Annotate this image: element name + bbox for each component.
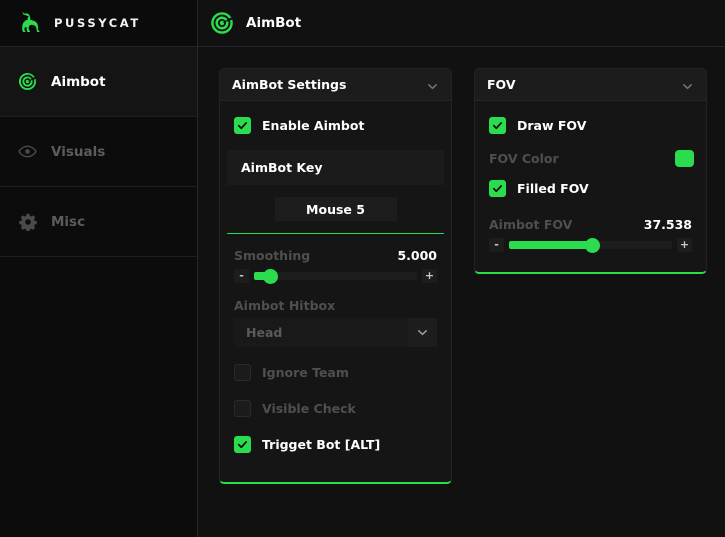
sidebar: PUSSYCAT Aimbot Visuals xyxy=(0,0,198,537)
aimbot-fov-decrement-button[interactable]: - xyxy=(489,238,504,252)
aimbot-hitbox-dropdown[interactable]: Head xyxy=(234,318,437,347)
aimbot-key-label: AimBot Key xyxy=(241,160,323,175)
smoothing-label: Smoothing xyxy=(234,248,310,263)
aimbot-fov-slider[interactable]: - + xyxy=(489,237,692,253)
panel-title: AimBot Settings xyxy=(232,77,346,92)
aimbot-fov-track-fill xyxy=(509,241,592,249)
draw-fov-label: Draw FOV xyxy=(517,118,586,133)
smoothing-track[interactable] xyxy=(254,272,417,280)
eye-icon xyxy=(18,142,37,161)
draw-fov-row[interactable]: Draw FOV xyxy=(475,110,706,140)
check-icon xyxy=(237,439,248,450)
ignore-team-row[interactable]: Ignore Team xyxy=(220,357,451,387)
check-icon xyxy=(492,120,503,131)
filled-fov-label: Filled FOV xyxy=(517,181,589,196)
page-title: AimBot xyxy=(246,15,301,31)
aimbot-radar-icon xyxy=(210,11,234,35)
aimbot-settings-header[interactable]: AimBot Settings xyxy=(220,69,451,101)
aimbot-settings-panel: AimBot Settings Enabl xyxy=(219,68,452,484)
trigger-bot-checkbox[interactable] xyxy=(234,436,251,453)
visible-check-label: Visible Check xyxy=(262,401,356,416)
aimbot-fov-track[interactable] xyxy=(509,241,672,249)
fov-color-label: FOV Color xyxy=(489,151,559,166)
sidebar-item-label: Aimbot xyxy=(51,74,106,90)
panel-title: FOV xyxy=(487,77,516,92)
aimbot-fov-slider-group: Aimbot FOV 37.538 - + xyxy=(475,217,706,253)
aimbot-settings-body: Enable Aimbot AimBot Key Mouse 5 Smoothi… xyxy=(220,101,451,482)
enable-aimbot-checkbox[interactable] xyxy=(234,117,251,134)
topbar: AimBot xyxy=(198,0,725,47)
app-window: PUSSYCAT Aimbot Visuals xyxy=(0,0,725,537)
aimbot-hitbox-value: Head xyxy=(234,325,408,340)
draw-fov-checkbox[interactable] xyxy=(489,117,506,134)
fov-body: Draw FOV FOV Color Filled FOV xyxy=(475,101,706,272)
check-icon xyxy=(492,183,503,194)
smoothing-header: Smoothing 5.000 xyxy=(234,248,437,263)
chevron-down-icon[interactable] xyxy=(408,318,437,347)
aimbot-fov-knob[interactable] xyxy=(585,238,600,253)
aimbot-fov-label: Aimbot FOV xyxy=(489,217,572,232)
aimbot-key-field[interactable]: AimBot Key xyxy=(227,150,444,185)
fov-color-swatch[interactable] xyxy=(675,150,694,167)
panel-container: AimBot Settings Enabl xyxy=(198,47,725,68)
check-icon xyxy=(237,120,248,131)
filled-fov-checkbox[interactable] xyxy=(489,180,506,197)
fov-panel: FOV Draw FOV xyxy=(474,68,707,274)
enable-aimbot-row[interactable]: Enable Aimbot xyxy=(220,110,451,140)
gear-icon xyxy=(18,212,37,231)
cat-icon xyxy=(18,12,42,34)
sidebar-item-visuals[interactable]: Visuals xyxy=(0,117,197,187)
smoothing-slider[interactable]: - + xyxy=(234,268,437,284)
brand-header: PUSSYCAT xyxy=(0,0,197,47)
chevron-down-icon[interactable] xyxy=(681,78,694,91)
enable-aimbot-label: Enable Aimbot xyxy=(262,118,364,133)
smoothing-decrement-button[interactable]: - xyxy=(234,269,249,283)
aimbot-fov-header: Aimbot FOV 37.538 xyxy=(489,217,692,232)
content-area: AimBot AimBot Settings xyxy=(198,0,725,537)
aimbot-key-button-wrap: Mouse 5 xyxy=(220,197,451,221)
fov-color-row: FOV Color xyxy=(475,143,706,173)
smoothing-knob[interactable] xyxy=(263,269,278,284)
sidebar-item-misc[interactable]: Misc xyxy=(0,187,197,257)
sidebar-item-label: Visuals xyxy=(51,144,105,160)
chevron-down-icon[interactable] xyxy=(426,78,439,91)
aimbot-fov-increment-button[interactable]: + xyxy=(677,238,692,252)
smoothing-slider-group: Smoothing 5.000 - + xyxy=(220,248,451,284)
fov-header[interactable]: FOV xyxy=(475,69,706,101)
trigger-bot-label: Trigget Bot [ALT] xyxy=(262,437,380,452)
aimbot-fov-value: 37.538 xyxy=(644,217,692,232)
accent-divider xyxy=(227,233,444,234)
sidebar-item-label: Misc xyxy=(51,214,85,230)
visible-check-row[interactable]: Visible Check xyxy=(220,393,451,423)
filled-fov-row[interactable]: Filled FOV xyxy=(475,173,706,203)
smoothing-value: 5.000 xyxy=(397,248,437,263)
trigger-bot-row[interactable]: Trigget Bot [ALT] xyxy=(220,429,451,459)
aimbot-key-button[interactable]: Mouse 5 xyxy=(275,197,397,221)
ignore-team-checkbox[interactable] xyxy=(234,364,251,381)
sidebar-item-aimbot[interactable]: Aimbot xyxy=(0,47,197,117)
aimbot-hitbox-label: Aimbot Hitbox xyxy=(220,298,451,313)
brand-name: PUSSYCAT xyxy=(54,16,141,30)
ignore-team-label: Ignore Team xyxy=(262,365,349,380)
smoothing-increment-button[interactable]: + xyxy=(422,269,437,283)
visible-check-checkbox[interactable] xyxy=(234,400,251,417)
aimbot-radar-icon xyxy=(18,72,37,91)
